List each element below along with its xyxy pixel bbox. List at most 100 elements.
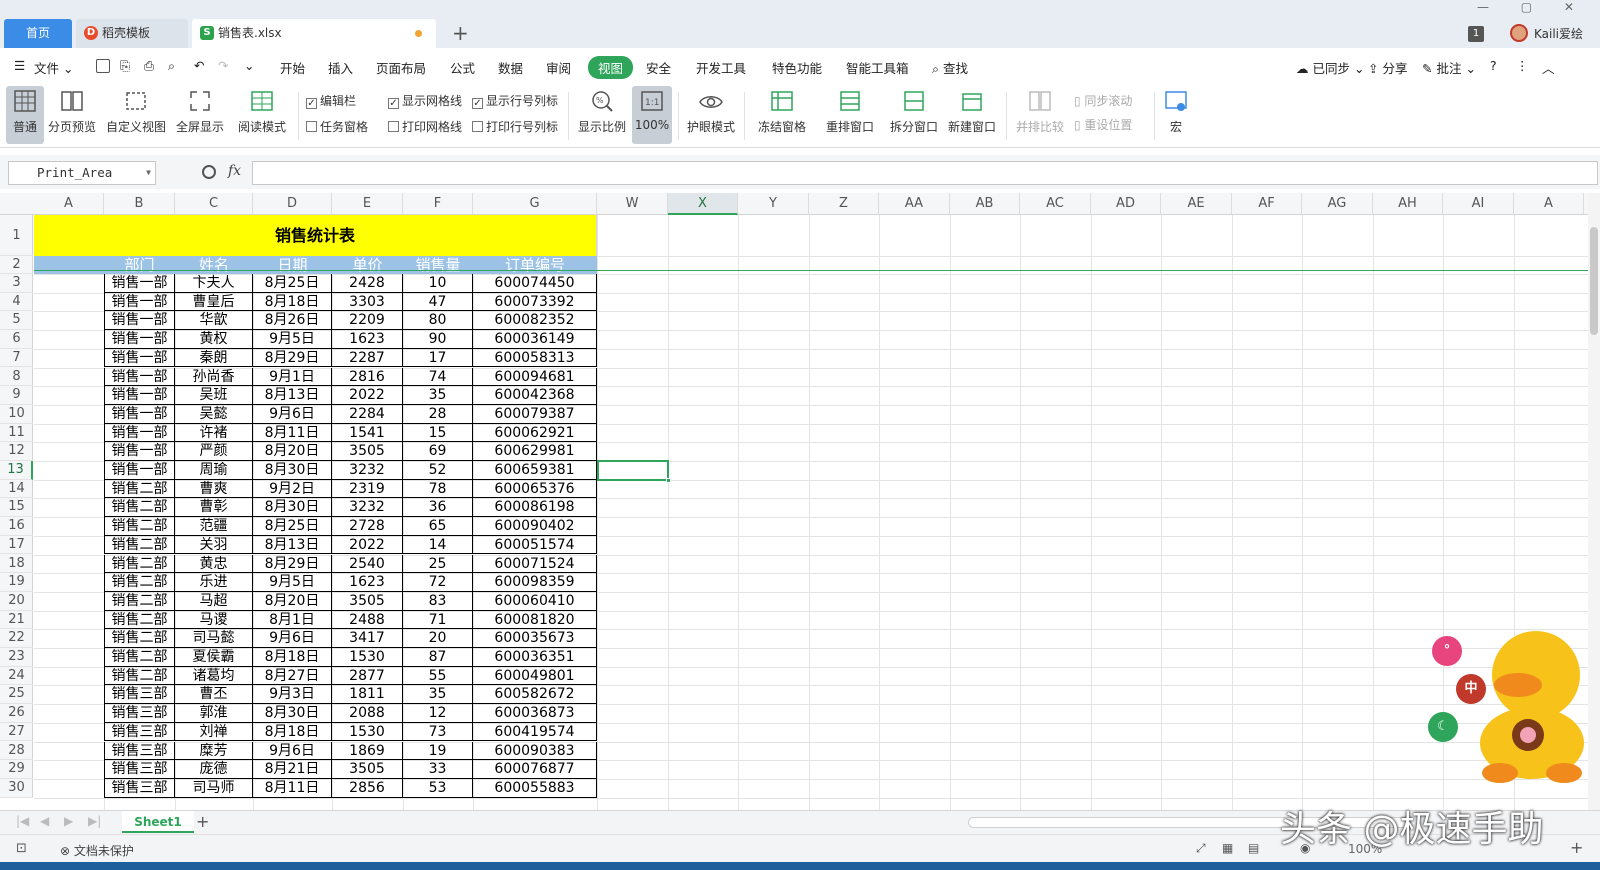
redo-icon[interactable]: ↷ xyxy=(218,58,228,73)
fx-icon[interactable]: fx xyxy=(228,163,241,179)
menu-file[interactable]: 文件 ⌄ xyxy=(34,58,73,77)
table-cell[interactable]: 2540 xyxy=(332,554,403,574)
sheet-title[interactable]: 销售统计表 xyxy=(34,215,597,256)
table-cell[interactable]: 87 xyxy=(403,648,473,667)
table-row[interactable]: 销售二部 诸葛均 8月27日 2877 55 600049801 xyxy=(104,666,597,686)
column-header[interactable]: C xyxy=(175,193,253,215)
table-row[interactable]: 销售二部 马谡 8月1日 2488 71 600081820 xyxy=(104,610,597,630)
freeze-panes-button[interactable]: 冻结窗格 xyxy=(752,86,812,144)
table-cell[interactable]: 司马师 xyxy=(175,778,253,798)
zoom-100-button[interactable]: 1:1 100% xyxy=(632,86,672,144)
table-cell[interactable]: 2877 xyxy=(332,666,403,686)
column-header[interactable]: D xyxy=(253,193,332,215)
normal-view-status-icon[interactable]: ▦ xyxy=(1222,841,1233,855)
table-cell[interactable]: 严颜 xyxy=(175,442,253,461)
save-icon[interactable] xyxy=(96,59,110,73)
table-cell[interactable]: 12 xyxy=(403,704,473,723)
table-row[interactable]: 销售三部 曹丕 9月3日 1811 35 600582672 xyxy=(104,685,597,705)
row-header[interactable]: 27 xyxy=(0,723,33,742)
custom-view-button[interactable]: 自定义视图 xyxy=(104,86,168,144)
table-cell[interactable]: 卞夫人 xyxy=(175,274,253,293)
table-cell[interactable]: 销售一部 xyxy=(104,423,175,443)
table-cell[interactable]: 600036149 xyxy=(473,330,597,349)
table-cell[interactable]: 销售二部 xyxy=(104,629,175,648)
table-cell[interactable]: 20 xyxy=(403,629,473,648)
table-cell[interactable]: 28 xyxy=(403,404,473,424)
table-cell[interactable]: 83 xyxy=(403,591,473,611)
row-header[interactable]: 23 xyxy=(0,648,33,667)
table-cell[interactable]: 2488 xyxy=(332,610,403,630)
table-cell[interactable]: 600073392 xyxy=(473,292,597,312)
column-header[interactable]: Y xyxy=(738,193,809,215)
table-cell[interactable]: 销售三部 xyxy=(104,704,175,723)
collapse-ribbon-icon[interactable]: ︿ xyxy=(1542,58,1555,77)
spreadsheet-grid[interactable]: A B C D E F G W X Y Z AA AB AC AD AE AF AG AH AI A 123456789… xyxy=(0,193,1588,810)
table-row[interactable]: 销售三部 郭淮 8月30日 2088 12 600036873 xyxy=(104,704,597,723)
table-cell[interactable]: 销售二部 xyxy=(104,610,175,630)
table-cell[interactable]: 许褚 xyxy=(175,423,253,443)
table-cell[interactable]: 3303 xyxy=(332,292,403,312)
zoom-in-icon[interactable]: + xyxy=(1570,838,1583,857)
column-header[interactable]: A xyxy=(1514,193,1584,215)
cell-area[interactable]: 销售统计表 部门 姓名 日期 单价 销售量 订单编号 销售一部 卞夫人 8月25日 2428 10… xyxy=(34,215,1588,810)
table-row[interactable]: 销售二部 司马懿 9月6日 3417 20 600035673 xyxy=(104,629,597,648)
table-cell[interactable]: 刘禅 xyxy=(175,722,253,742)
menu-start[interactable]: 开始 xyxy=(280,58,305,77)
menu-view[interactable]: 视图 xyxy=(588,56,634,79)
table-cell[interactable]: 600042368 xyxy=(473,386,597,405)
table-cell[interactable]: 诸葛均 xyxy=(175,666,253,686)
row-header[interactable]: 7 xyxy=(0,349,33,368)
tab-file[interactable]: S 销售表.xlsx xyxy=(192,19,436,48)
table-cell[interactable]: 17 xyxy=(403,348,473,368)
table-cell[interactable]: 8月25日 xyxy=(253,274,332,293)
row-header[interactable]: 13 xyxy=(0,461,33,480)
row-header[interactable]: 25 xyxy=(0,685,33,705)
table-cell[interactable]: 1541 xyxy=(332,423,403,443)
arrange-windows-button[interactable]: 重排窗口 xyxy=(820,86,880,144)
username[interactable]: Kaili爱绘 xyxy=(1534,25,1583,42)
table-cell[interactable]: 9月5日 xyxy=(253,330,332,349)
table-cell[interactable]: 600079387 xyxy=(473,404,597,424)
row-header[interactable]: 21 xyxy=(0,611,33,630)
table-cell[interactable]: 销售一部 xyxy=(104,348,175,368)
menu-features[interactable]: 特色功能 xyxy=(772,58,822,77)
table-cell[interactable]: 36 xyxy=(403,498,473,518)
table-row[interactable]: 销售二部 曹彰 8月30日 3232 36 600086198 xyxy=(104,498,597,518)
table-cell[interactable]: 2428 xyxy=(332,274,403,293)
row-header[interactable]: 12 xyxy=(0,442,33,461)
table-cell[interactable]: 销售二部 xyxy=(104,479,175,499)
table-cell[interactable]: 600071524 xyxy=(473,554,597,574)
table-cell[interactable]: 74 xyxy=(403,367,473,387)
table-cell[interactable]: 600049801 xyxy=(473,666,597,686)
column-header[interactable]: W xyxy=(597,193,668,215)
table-row[interactable]: 销售一部 周瑜 8月30日 3232 52 600659381 xyxy=(104,461,597,480)
row-header[interactable]: 10 xyxy=(0,405,33,424)
table-cell[interactable]: 2728 xyxy=(332,517,403,536)
prev-sheet-icon[interactable]: ◀ xyxy=(40,814,49,828)
table-cell[interactable]: 600065376 xyxy=(473,479,597,499)
chevron-down-icon[interactable]: ▼ xyxy=(146,162,151,184)
table-cell[interactable]: 3232 xyxy=(332,461,403,480)
table-cell[interactable]: 8月20日 xyxy=(253,591,332,611)
table-cell[interactable]: 1530 xyxy=(332,722,403,742)
row-header[interactable]: 1 xyxy=(0,215,33,256)
table-header-cell[interactable]: 销售量 xyxy=(403,256,473,274)
table-cell[interactable]: 8月13日 xyxy=(253,386,332,405)
table-cell[interactable]: 600060410 xyxy=(473,591,597,611)
table-row[interactable]: 销售二部 乐进 9月5日 1623 72 600098359 xyxy=(104,573,597,592)
table-cell[interactable]: 600036351 xyxy=(473,648,597,667)
float-dot-button[interactable]: ° xyxy=(1432,636,1462,666)
table-cell[interactable]: 9月6日 xyxy=(253,629,332,648)
table-cell[interactable]: 8月27日 xyxy=(253,666,332,686)
table-cell[interactable]: 8月11日 xyxy=(253,423,332,443)
table-cell[interactable]: 3505 xyxy=(332,760,403,779)
comment-button[interactable]: ✎ 批注 ⌄ xyxy=(1422,58,1476,77)
table-row[interactable]: 销售一部 黄权 9月5日 1623 90 600036149 xyxy=(104,330,597,349)
undo-icon[interactable]: ↶ xyxy=(194,58,204,73)
table-row[interactable]: 销售一部 孙尚香 9月1日 2816 74 600094681 xyxy=(104,367,597,387)
table-cell[interactable]: 8月30日 xyxy=(253,461,332,480)
table-cell[interactable]: 9月1日 xyxy=(253,367,332,387)
table-cell[interactable]: 销售一部 xyxy=(104,292,175,312)
table-cell[interactable]: 600036873 xyxy=(473,704,597,723)
table-cell[interactable]: 600082352 xyxy=(473,311,597,331)
